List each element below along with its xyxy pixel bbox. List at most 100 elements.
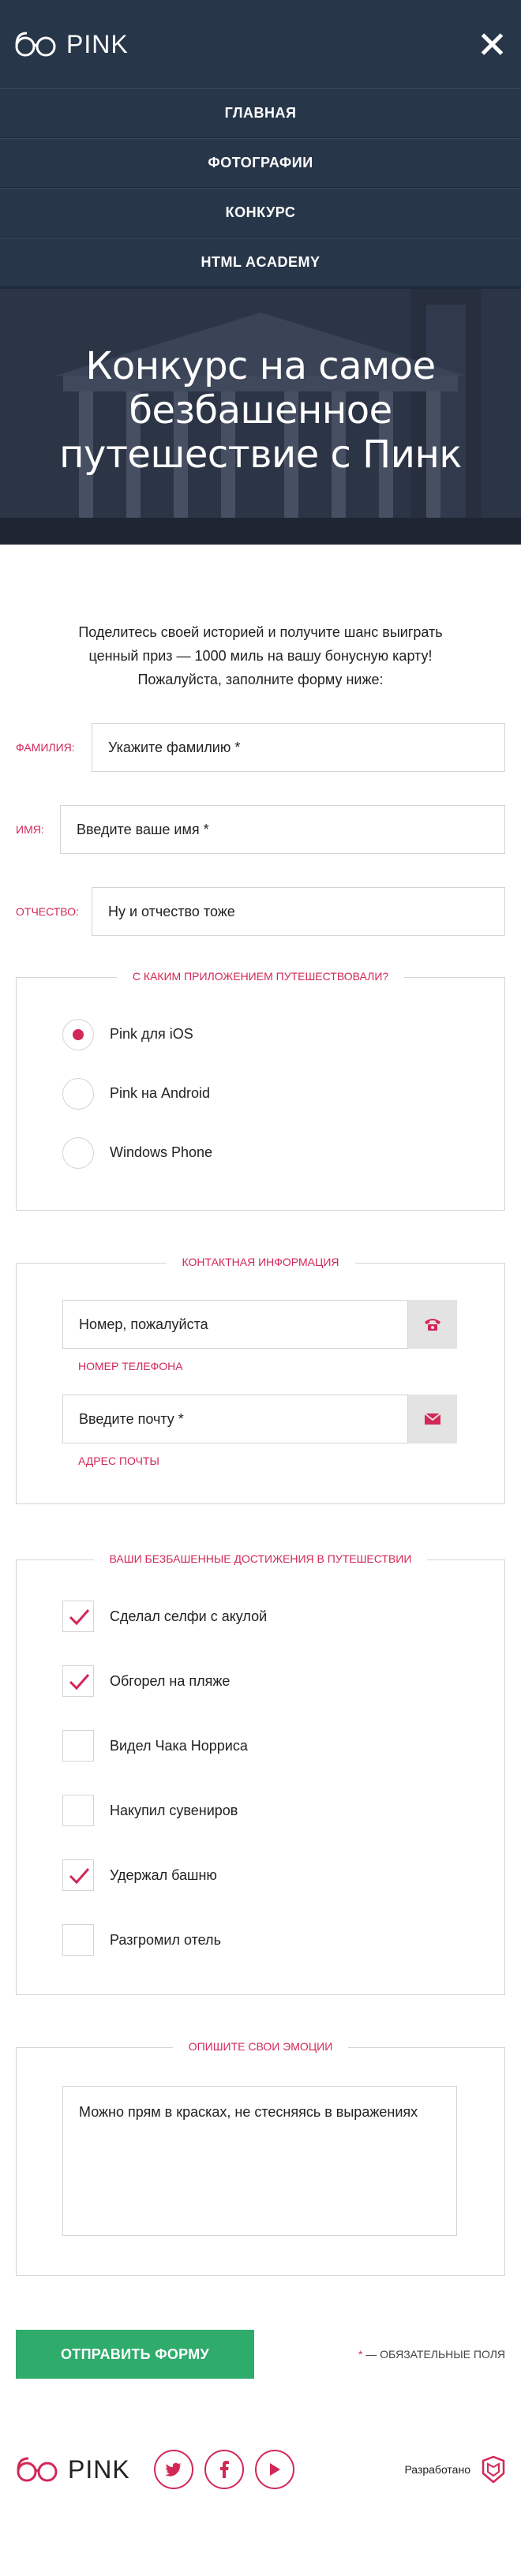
footer-logo[interactable]: PINK bbox=[16, 2455, 130, 2484]
legend-text: КОНТАКТНАЯ ИНФОРМАЦИЯ bbox=[166, 1256, 355, 1268]
nav-item-html-academy[interactable]: HTML ACADEMY bbox=[0, 238, 521, 287]
contact-fieldset: КОНТАКТНАЯ ИНФОРМАЦИЯ Номер, пожалуйста … bbox=[16, 1256, 505, 1504]
checkbox-label: Разгромил отель bbox=[110, 1931, 221, 1948]
email-hint: АДРЕС ПОЧТЫ bbox=[78, 1455, 159, 1467]
radio-option-android[interactable]: Pink на Android bbox=[17, 1064, 504, 1123]
firstname-label: ИМЯ: bbox=[16, 823, 44, 836]
patronymic-input[interactable]: Ну и отчество тоже bbox=[92, 887, 505, 936]
legend-text: ОПИШИТЕ СВОИ ЭМОЦИИ bbox=[172, 2040, 349, 2053]
page-header: PINK ГЛАВНАЯ ФОТОГРАФИИ КОНКУРС HTML ACA… bbox=[0, 0, 521, 545]
submit-button[interactable]: ОТПРАВИТЬ ФОРМУ bbox=[16, 2330, 254, 2379]
main-nav: ГЛАВНАЯ ФОТОГРАФИИ КОНКУРС HTML ACADEMY bbox=[0, 88, 521, 287]
intro-line: ценный приз — 1000 миль на вашу бонусную… bbox=[88, 648, 433, 664]
hero-title: Конкурс на самое безбашенное путешествие… bbox=[0, 344, 521, 477]
logo[interactable]: PINK bbox=[14, 30, 129, 59]
radio-button[interactable] bbox=[62, 1136, 94, 1169]
nav-item-home[interactable]: ГЛАВНАЯ bbox=[0, 88, 521, 138]
app-legend: С КАКИМ ПРИЛОЖЕНИЕМ ПУТЕШЕСТВОВАЛИ? bbox=[17, 970, 504, 984]
surname-row: ФАМИЛИЯ: Укажите фамилию * bbox=[16, 723, 505, 772]
nav-item-label: ГЛАВНАЯ bbox=[224, 105, 297, 121]
name-row: ИМЯ: Введите ваше имя * bbox=[16, 805, 505, 854]
contact-legend: КОНТАКТНАЯ ИНФОРМАЦИЯ bbox=[17, 1256, 504, 1270]
checkbox-option[interactable]: Удержал башню bbox=[17, 1843, 504, 1908]
checkbox[interactable] bbox=[62, 1924, 94, 1956]
twitter-link[interactable] bbox=[153, 2450, 193, 2489]
name-fields: ФАМИЛИЯ: Укажите фамилию * ИМЯ: Введите … bbox=[0, 691, 521, 936]
required-note: * — ОБЯЗАТЕЛЬНЫЕ ПОЛЯ bbox=[358, 2348, 505, 2361]
intro-line: Пожалуйста, заполните форму ниже: bbox=[137, 672, 384, 687]
phone-hint: НОМЕР ТЕЛЕФОНА bbox=[78, 1360, 183, 1372]
htmlacademy-logo-icon bbox=[482, 2456, 505, 2483]
nav-item-contest[interactable]: КОНКУРС bbox=[0, 188, 521, 238]
phone-input[interactable]: Номер, пожалуйста bbox=[62, 1300, 408, 1349]
intro-line: Поделитесь своей историей и получите шан… bbox=[78, 624, 443, 640]
phone-button[interactable] bbox=[408, 1300, 457, 1349]
radio-option-ios[interactable]: Pink для iOS bbox=[17, 1005, 504, 1064]
emotions-textarea[interactable]: Можно прям в красках, не стесняясь в выр… bbox=[62, 2086, 457, 2236]
patronymic-label: ОТЧЕСТВО: bbox=[16, 905, 79, 918]
emotions-fieldset: ОПИШИТЕ СВОИ ЭМОЦИИ Можно прям в красках… bbox=[16, 2040, 505, 2276]
email-button[interactable] bbox=[408, 1395, 457, 1443]
checkbox-label: Сделал селфи с акулой bbox=[110, 1608, 268, 1624]
youtube-icon bbox=[269, 2463, 280, 2476]
nav-item-photos[interactable]: ФОТОГРАФИИ bbox=[0, 138, 521, 188]
checkbox-option[interactable]: Накупил сувениров bbox=[17, 1778, 504, 1843]
checkbox[interactable] bbox=[62, 1665, 94, 1697]
checkbox-label: Обгорел на пляже bbox=[110, 1672, 231, 1689]
achievements-list: Сделал селфи с акулой Обгорел на пляже В… bbox=[17, 1560, 504, 1972]
checkmark-icon bbox=[69, 1609, 90, 1626]
checkbox-option[interactable]: Обгорел на пляже bbox=[17, 1649, 504, 1713]
firstname-input[interactable]: Введите ваше имя * bbox=[60, 805, 505, 854]
app-fieldset: С КАКИМ ПРИЛОЖЕНИЕМ ПУТЕШЕСТВОВАЛИ? Pink… bbox=[16, 970, 505, 1211]
social-links bbox=[153, 2450, 294, 2489]
surname-input[interactable]: Укажите фамилию * bbox=[92, 723, 505, 772]
achievements-fieldset: ВАШИ БЕЗБАШЕННЫЕ ДОСТИЖЕНИЯ В ПУТЕШЕСТВИ… bbox=[16, 1552, 505, 1995]
intro-text: Поделитесь своей историей и получите шан… bbox=[0, 545, 521, 691]
glasses-logo-icon bbox=[17, 2457, 58, 2482]
checkbox-option[interactable]: Сделал селфи с акулой bbox=[17, 1584, 504, 1649]
glasses-logo-icon bbox=[15, 32, 56, 57]
checkbox[interactable] bbox=[62, 1859, 94, 1891]
checkbox-option[interactable]: Разгромил отель bbox=[17, 1908, 504, 1972]
radio-label: Windows Phone bbox=[110, 1144, 213, 1160]
page-footer: PINK Разработано bbox=[0, 2442, 521, 2497]
checkbox[interactable] bbox=[62, 1730, 94, 1762]
checkbox[interactable] bbox=[62, 1601, 94, 1632]
made-by-label: Разработано bbox=[404, 2463, 470, 2476]
footer-logo-text: PINK bbox=[68, 2454, 130, 2484]
logo-text: PINK bbox=[66, 29, 129, 58]
required-text: — ОБЯЗАТЕЛЬНЫЕ ПОЛЯ bbox=[362, 2348, 505, 2361]
youtube-link[interactable] bbox=[254, 2450, 294, 2489]
achievements-legend: ВАШИ БЕЗБАШЕННЫЕ ДОСТИЖЕНИЯ В ПУТЕШЕСТВИ… bbox=[17, 1552, 504, 1567]
radio-label: Pink для iOS bbox=[110, 1026, 193, 1042]
nav-item-label: ФОТОГРАФИИ bbox=[208, 155, 313, 170]
checkbox-label: Накупил сувениров bbox=[110, 1802, 238, 1818]
hero-banner: Конкурс на самое безбашенное путешествие… bbox=[0, 289, 521, 545]
checkbox-option[interactable]: Видел Чака Норриса bbox=[17, 1713, 504, 1778]
patronymic-row: ОТЧЕСТВО: Ну и отчество тоже bbox=[16, 887, 505, 936]
checkbox[interactable] bbox=[62, 1795, 94, 1826]
checkmark-icon bbox=[69, 1674, 90, 1690]
nav-item-label: КОНКУРС bbox=[225, 204, 296, 220]
radio-option-windows-phone[interactable]: Windows Phone bbox=[17, 1123, 504, 1182]
radio-button[interactable] bbox=[62, 1018, 94, 1050]
legend-text: ВАШИ БЕЗБАШЕННЫЕ ДОСТИЖЕНИЯ В ПУТЕШЕСТВИ… bbox=[93, 1552, 428, 1565]
hero-title-line: Конкурс на самое bbox=[85, 344, 436, 388]
emotions-legend: ОПИШИТЕ СВОИ ЭМОЦИИ bbox=[17, 2040, 504, 2054]
top-bar: PINK bbox=[0, 0, 521, 88]
made-by[interactable]: Разработано bbox=[404, 2456, 505, 2483]
checkmark-icon bbox=[69, 1868, 90, 1885]
close-menu-button[interactable] bbox=[478, 31, 505, 58]
radio-button[interactable] bbox=[62, 1077, 94, 1110]
checkbox-label: Удержал башню bbox=[110, 1866, 217, 1883]
email-row: Введите почту * bbox=[62, 1395, 457, 1443]
submit-row: ОТПРАВИТЬ ФОРМУ * — ОБЯЗАТЕЛЬНЫЕ ПОЛЯ bbox=[0, 2330, 521, 2379]
twitter-icon bbox=[164, 2462, 182, 2477]
phone-row: Номер, пожалуйста bbox=[62, 1300, 457, 1349]
legend-text: С КАКИМ ПРИЛОЖЕНИЕМ ПУТЕШЕСТВОВАЛИ? bbox=[116, 970, 405, 983]
facebook-link[interactable] bbox=[204, 2450, 244, 2489]
email-input[interactable]: Введите почту * bbox=[62, 1395, 408, 1443]
hero-title-line: безбашенное bbox=[129, 388, 392, 432]
hero-title-line: путешествие с Пинк bbox=[59, 432, 462, 477]
radio-label: Pink на Android bbox=[110, 1085, 211, 1101]
